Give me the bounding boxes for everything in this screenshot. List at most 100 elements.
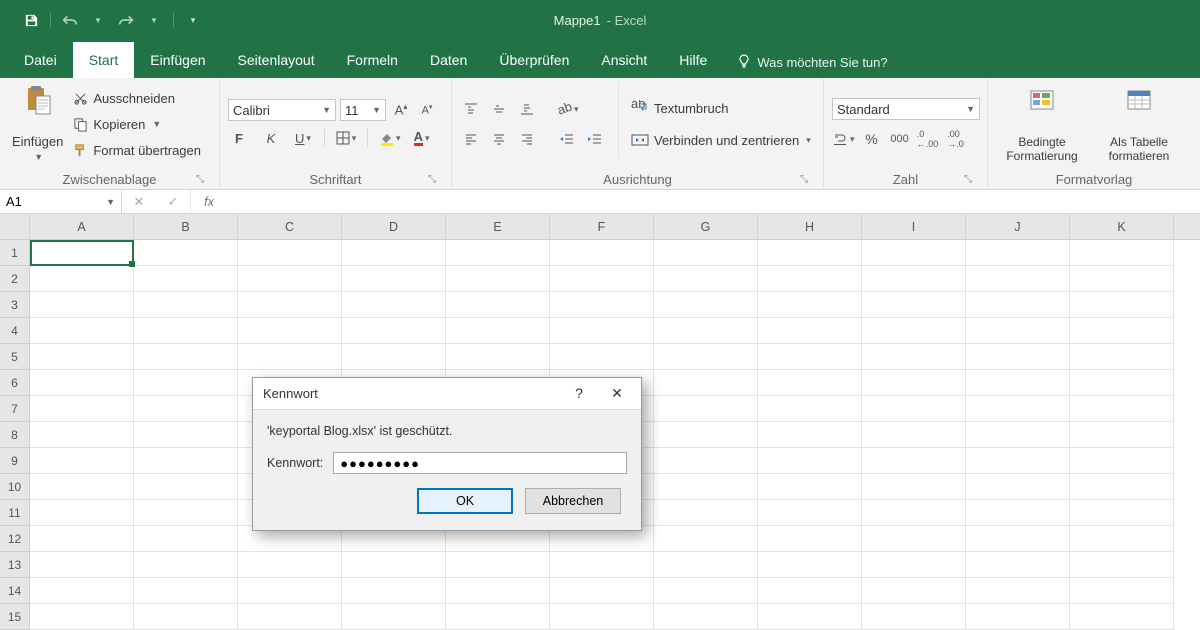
cell[interactable] — [30, 292, 134, 318]
cell[interactable] — [654, 318, 758, 344]
cell[interactable] — [966, 370, 1070, 396]
copy-button[interactable]: Kopieren▼ — [73, 113, 201, 135]
cell[interactable] — [238, 604, 342, 630]
cell[interactable] — [446, 318, 550, 344]
column-header[interactable]: I — [862, 214, 966, 239]
cell[interactable] — [342, 578, 446, 604]
font-size-combo[interactable]: 11▼ — [340, 99, 386, 121]
qat-customize-icon[interactable]: ▾ — [180, 7, 206, 33]
password-input[interactable] — [333, 452, 627, 474]
cell[interactable] — [30, 344, 134, 370]
cell[interactable] — [758, 604, 862, 630]
wrap-text-button[interactable]: ab Textumbruch — [631, 97, 811, 119]
cell[interactable] — [30, 396, 134, 422]
font-name-combo[interactable]: Calibri▼ — [228, 99, 336, 121]
cell[interactable] — [1070, 526, 1174, 552]
cell[interactable] — [654, 422, 758, 448]
cell[interactable] — [446, 292, 550, 318]
cell[interactable] — [30, 474, 134, 500]
percent-icon[interactable]: % — [861, 128, 883, 150]
cell[interactable] — [966, 240, 1070, 266]
undo-dropdown-icon[interactable]: ▼ — [85, 7, 111, 33]
increase-decimal-icon[interactable]: .0←.00 — [917, 128, 939, 150]
row-header[interactable]: 2 — [0, 266, 29, 292]
italic-button[interactable]: K — [260, 127, 282, 149]
cell[interactable] — [1070, 448, 1174, 474]
cell[interactable] — [654, 292, 758, 318]
tell-me-search[interactable]: Was möchten Sie tun? — [723, 46, 901, 78]
row-header[interactable]: 6 — [0, 370, 29, 396]
cell[interactable] — [342, 604, 446, 630]
cell[interactable] — [862, 526, 966, 552]
cell[interactable] — [342, 266, 446, 292]
cell[interactable] — [550, 318, 654, 344]
cell[interactable] — [966, 526, 1070, 552]
cell[interactable] — [134, 396, 238, 422]
save-icon[interactable] — [18, 7, 44, 33]
cell[interactable] — [238, 292, 342, 318]
cell[interactable] — [758, 578, 862, 604]
cell[interactable] — [550, 266, 654, 292]
tab-hilfe[interactable]: Hilfe — [663, 42, 723, 78]
cell[interactable] — [862, 604, 966, 630]
cell[interactable] — [342, 344, 446, 370]
row-header[interactable]: 4 — [0, 318, 29, 344]
cell[interactable] — [758, 474, 862, 500]
increase-indent-icon[interactable] — [584, 128, 606, 150]
number-format-combo[interactable]: Standard▼ — [832, 98, 980, 120]
cell[interactable] — [966, 318, 1070, 344]
cell[interactable] — [30, 578, 134, 604]
cell[interactable] — [862, 500, 966, 526]
cell[interactable] — [134, 318, 238, 344]
cell[interactable] — [1070, 422, 1174, 448]
cell[interactable] — [654, 474, 758, 500]
select-all-corner[interactable] — [0, 214, 29, 240]
cell[interactable] — [1070, 292, 1174, 318]
redo-dropdown-icon[interactable]: ▼ — [141, 7, 167, 33]
cell[interactable] — [758, 500, 862, 526]
cell[interactable] — [342, 240, 446, 266]
cell[interactable] — [446, 604, 550, 630]
cell[interactable] — [1070, 604, 1174, 630]
tab-formeln[interactable]: Formeln — [331, 42, 414, 78]
cell[interactable] — [446, 266, 550, 292]
cell[interactable] — [1070, 396, 1174, 422]
bold-button[interactable]: F — [228, 127, 250, 149]
cell[interactable] — [966, 448, 1070, 474]
cell[interactable] — [134, 422, 238, 448]
cell[interactable] — [654, 500, 758, 526]
row-header[interactable]: 7 — [0, 396, 29, 422]
cell[interactable] — [758, 552, 862, 578]
cell[interactable] — [758, 370, 862, 396]
cell[interactable] — [30, 526, 134, 552]
row-header[interactable]: 9 — [0, 448, 29, 474]
row-header[interactable]: 14 — [0, 578, 29, 604]
cell[interactable] — [758, 422, 862, 448]
cell[interactable] — [758, 266, 862, 292]
cell[interactable] — [238, 578, 342, 604]
ok-button[interactable]: OK — [417, 488, 513, 514]
tab-ueberpruefen[interactable]: Überprüfen — [483, 42, 585, 78]
cell[interactable] — [1070, 578, 1174, 604]
orientation-icon[interactable]: ab▾ — [556, 98, 579, 120]
cell[interactable] — [862, 240, 966, 266]
column-header[interactable]: A — [30, 214, 134, 239]
cell[interactable] — [862, 292, 966, 318]
cell[interactable] — [134, 552, 238, 578]
cell[interactable] — [654, 370, 758, 396]
cell[interactable] — [758, 396, 862, 422]
fill-color-button[interactable]: ▾ — [378, 127, 401, 149]
enter-formula-icon[interactable]: ✓ — [156, 191, 190, 213]
cell[interactable] — [30, 370, 134, 396]
cell[interactable] — [30, 500, 134, 526]
cell[interactable] — [1070, 370, 1174, 396]
tab-start[interactable]: Start — [73, 42, 135, 78]
cell[interactable] — [654, 344, 758, 370]
column-header[interactable]: C — [238, 214, 342, 239]
cell[interactable] — [654, 266, 758, 292]
cell[interactable] — [654, 526, 758, 552]
column-header[interactable]: J — [966, 214, 1070, 239]
cell[interactable] — [966, 396, 1070, 422]
comma-style-icon[interactable]: 000 — [889, 128, 911, 150]
cell[interactable] — [342, 552, 446, 578]
